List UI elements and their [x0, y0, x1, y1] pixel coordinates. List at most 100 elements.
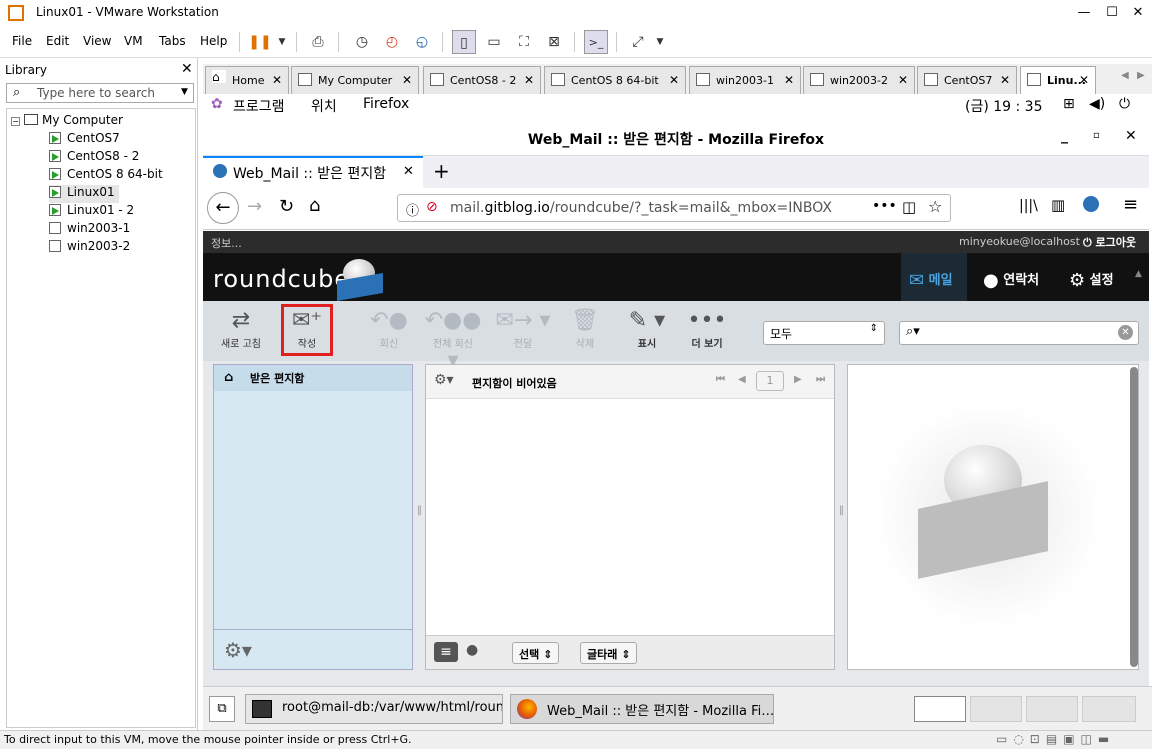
url-bar[interactable]: ⓘ ⊘ mail.gitblog.io/roundcube/?_task=mai… [397, 194, 951, 222]
tree-item-win2003-2[interactable]: win2003-2 [49, 239, 130, 257]
refresh-button[interactable]: ⇄ 새로 고침 [213, 301, 269, 359]
sidebar-icon[interactable]: ▥ [1051, 196, 1065, 214]
threads-button[interactable]: 글타래 ⇕ [580, 642, 638, 664]
select-button[interactable]: 선택 ⇕ [512, 642, 560, 664]
tree-item-centos8-64bit[interactable]: CentOS 8 64-bit [49, 167, 163, 185]
firefox-tab-webmail[interactable]: Web_Mail :: 받은 편지함 ✕ [203, 156, 423, 188]
threads-icon[interactable]: ● [466, 642, 478, 658]
gnome-applications-menu[interactable]: 프로그램 [233, 96, 285, 116]
library-icon[interactable]: |||\ [1019, 198, 1038, 214]
send-keys-icon[interactable]: ⎙ [306, 30, 330, 54]
nav-contacts[interactable]: ● 연락처 [983, 253, 1039, 301]
menu-help[interactable]: Help [200, 34, 227, 48]
chevron-down-icon[interactable]: ▼ [270, 30, 294, 54]
pause-icon[interactable]: ❚❚ [248, 30, 272, 54]
workspace-3[interactable] [1026, 696, 1078, 722]
mark-button[interactable]: ✎ ▾ 표시 [619, 301, 675, 359]
tree-root[interactable]: − My Computer [11, 113, 123, 131]
nav-settings[interactable]: ⚙ 설정 [1069, 253, 1114, 301]
vm-tab-win2003-2[interactable]: win2003-2 ✕ [803, 66, 915, 94]
tree-item-linux01[interactable]: Linux01 [49, 185, 119, 203]
menu-tabs[interactable]: Tabs [159, 34, 186, 48]
minimize-icon[interactable]: _ [1061, 128, 1068, 144]
stretch-icon[interactable]: ⤢ [626, 30, 650, 54]
taskbar-firefox[interactable]: Web_Mail :: 받은 편지함 - Mozilla Fi… [510, 694, 774, 724]
guest-display[interactable]: ✿ 프로그램 위치 Firefox (금) 19 : 35 ⊞ ◀) ⏻ Web… [203, 94, 1149, 689]
reply-button[interactable]: ↶● 회신 [361, 301, 417, 359]
nav-mail[interactable]: ✉ 메일 [901, 253, 967, 301]
bookmark-star-icon[interactable]: ☆ [928, 197, 942, 216]
gnome-firefox-menu[interactable]: Firefox [363, 96, 409, 112]
collapse-icon[interactable]: − [11, 117, 20, 126]
close-button[interactable]: ✕ [1118, 0, 1152, 26]
tab-scroll-left-icon[interactable]: ◀ [1121, 70, 1129, 81]
close-icon[interactable]: ✕ [402, 73, 412, 87]
vm-tab-centos7[interactable]: CentOS7 ✕ [917, 66, 1017, 94]
splitter-handle[interactable]: ‖ [839, 505, 844, 516]
close-icon[interactable]: ✕ [669, 73, 679, 87]
logout-button[interactable]: ⏻ 로그아웃 [1083, 234, 1136, 250]
info-icon[interactable]: ⓘ [406, 200, 419, 219]
device-status-icons[interactable]: ▭◌⊡▤▣◫▬ [996, 732, 1115, 746]
gear-icon[interactable]: ⚙▾ [224, 638, 252, 662]
tree-item-centos7[interactable]: CentOS7 [49, 131, 120, 149]
workspace-2[interactable] [970, 696, 1022, 722]
vm-tab-win2003-1[interactable]: win2003-1 ✕ [689, 66, 801, 94]
library-search-input[interactable]: ⌕ Type here to search ▼ [6, 83, 194, 103]
close-icon[interactable]: ✕ [1125, 128, 1137, 144]
gnome-clock[interactable]: (금) 19 : 35 [965, 96, 1043, 116]
prev-page-icon[interactable]: ◀ [738, 374, 746, 385]
workspace-1[interactable] [914, 696, 966, 722]
home-icon[interactable]: ⌂ [309, 195, 320, 216]
unity-icon[interactable]: ⊠ [542, 30, 566, 54]
more-button[interactable]: ••• 더 보기 [679, 301, 735, 359]
menu-vm[interactable]: VM [124, 34, 143, 48]
vm-tab-linux01[interactable]: Linu... ✕ [1020, 66, 1096, 94]
hamburger-menu-icon[interactable]: ≡ [1123, 194, 1138, 215]
list-view-icon[interactable]: ≡ [434, 642, 458, 662]
close-icon[interactable]: ✕ [898, 73, 908, 87]
close-icon[interactable]: ✕ [181, 61, 193, 77]
vm-tab-home[interactable]: ⌂ Home ✕ [205, 66, 289, 94]
reload-icon[interactable]: ↻ [279, 196, 294, 217]
delete-button[interactable]: 🗑 삭제 [557, 301, 613, 359]
power-icon[interactable]: ⏻ [1119, 96, 1130, 112]
account-icon[interactable] [1083, 196, 1099, 212]
insecure-lock-icon[interactable]: ⊘ [426, 199, 438, 215]
vm-tab-my-computer[interactable]: My Computer ✕ [291, 66, 419, 94]
close-icon[interactable]: ✕ [524, 73, 534, 87]
revert-snapshot-icon[interactable]: ◴ [380, 30, 404, 54]
snapshot-icon[interactable]: ◷ [350, 30, 374, 54]
forward-icon[interactable]: → [247, 196, 262, 217]
search-icon[interactable]: ⌕▾ [906, 324, 920, 339]
close-icon[interactable]: ✕ [784, 73, 794, 87]
gear-icon[interactable]: ⚙▾ [434, 372, 454, 388]
tree-item-centos8-2[interactable]: CentOS8 - 2 [49, 149, 139, 167]
reply-all-button[interactable]: ↶●● ▾ 전체 회신 [421, 301, 485, 373]
volume-icon[interactable]: ◀) [1089, 96, 1105, 112]
menu-file[interactable]: File [12, 34, 32, 48]
close-icon[interactable]: ✕ [272, 73, 282, 87]
compose-button[interactable]: ✉⁺ 작성 [279, 301, 335, 359]
close-icon[interactable]: ✕ [1079, 73, 1089, 87]
menu-view[interactable]: View [83, 34, 111, 48]
first-page-icon[interactable]: ⏮ [716, 374, 725, 385]
mail-search-input[interactable]: ⌕▾ ✕ [899, 321, 1139, 345]
preview-scrollbar[interactable] [1130, 367, 1138, 667]
snapshot-manager-icon[interactable]: ◵ [410, 30, 434, 54]
console-view-icon[interactable]: >_ [584, 30, 608, 54]
network-icon[interactable]: ⊞ [1063, 96, 1075, 112]
back-icon[interactable]: ← [207, 192, 239, 224]
close-icon[interactable]: ✕ [1000, 73, 1010, 87]
fullscreen-icon[interactable]: ⛶ [512, 30, 536, 54]
menu-edit[interactable]: Edit [46, 34, 69, 48]
folder-inbox[interactable]: ⌂ 받은 편지함 [214, 365, 412, 391]
next-page-icon[interactable]: ▶ [794, 374, 802, 385]
chevron-down-icon[interactable]: ▼ [648, 30, 672, 54]
splitter-handle[interactable]: ‖ [417, 505, 422, 516]
tree-item-win2003-1[interactable]: win2003-1 [49, 221, 130, 239]
gnome-places-menu[interactable]: 위치 [311, 96, 337, 116]
maximize-icon[interactable]: ▫ [1093, 130, 1100, 141]
tree-item-linux01-2[interactable]: Linux01 - 2 [49, 203, 134, 221]
workspace-4[interactable] [1082, 696, 1136, 722]
